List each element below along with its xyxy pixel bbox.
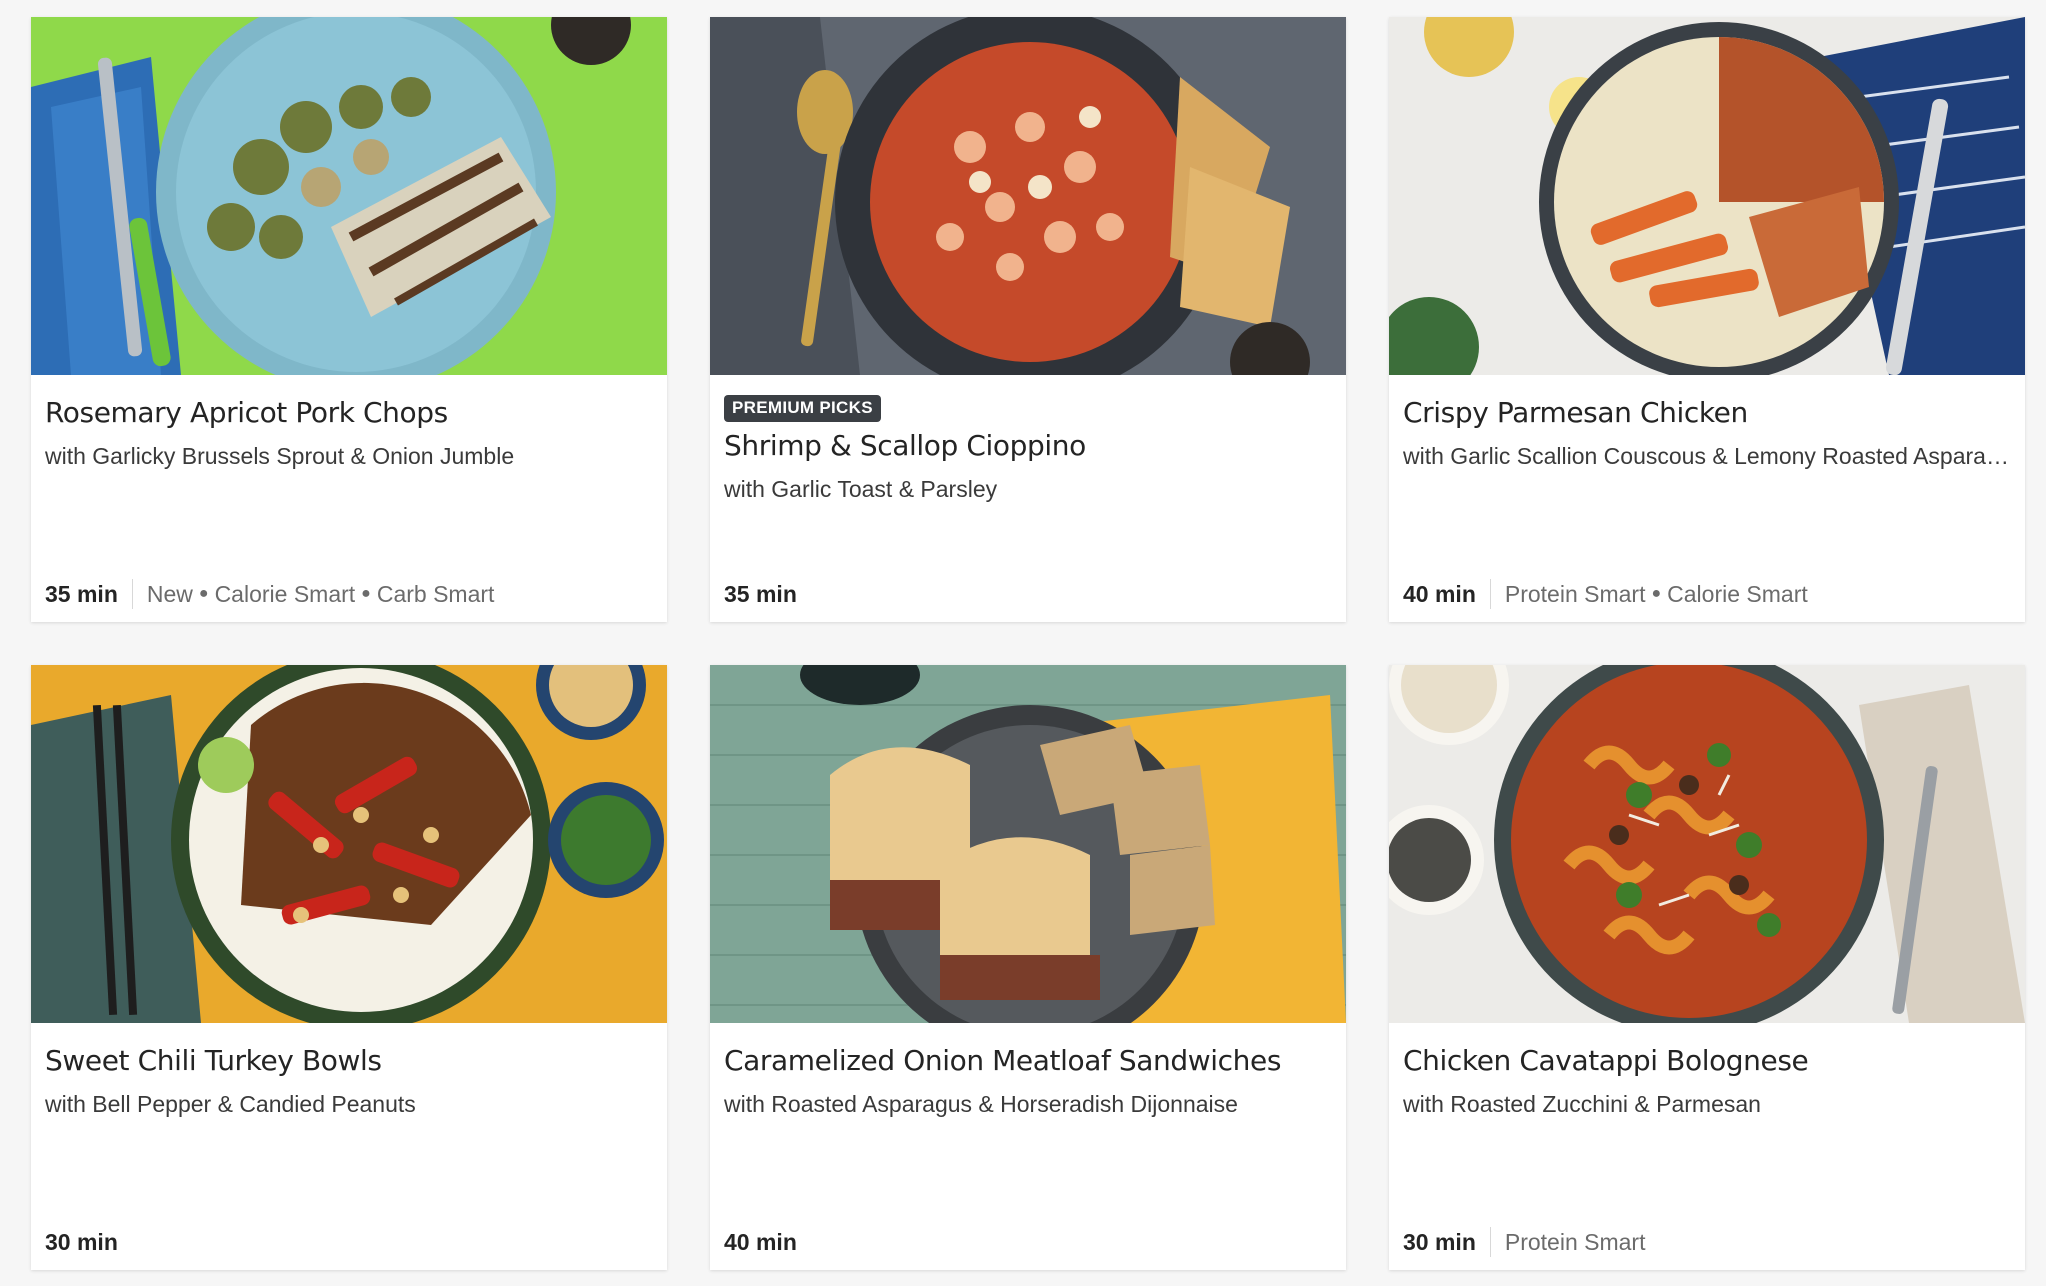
recipe-card[interactable]: Chicken Cavatappi Bolognese with Roasted…	[1389, 665, 2025, 1270]
recipe-photo[interactable]	[1389, 665, 2025, 1023]
prep-time: 40 min	[1403, 580, 1476, 607]
tag-separator-dot: ●	[1651, 585, 1662, 602]
tag-separator-dot: ●	[198, 585, 209, 602]
tag: Calorie Smart	[214, 580, 356, 607]
recipe-subtitle: with Roasted Asparagus & Horseradish Dij…	[724, 1091, 1238, 1117]
recipe-tags: Protein Smart	[1505, 1229, 1646, 1256]
recipe-title[interactable]: Caramelized Onion Meatloaf Sandwiches	[724, 1043, 1332, 1079]
recipe-photo[interactable]	[710, 665, 1346, 1023]
recipe-photo[interactable]	[31, 17, 667, 375]
recipe-card[interactable]: Sweet Chili Turkey Bowls with Bell Peppe…	[31, 665, 667, 1270]
prep-time: 30 min	[1403, 1228, 1476, 1255]
recipe-footer: 35 min New ● Calorie Smart ● Carb Smart	[45, 577, 653, 611]
tag: Calorie Smart	[1667, 580, 1808, 607]
recipe-card[interactable]: Caramelized Onion Meatloaf Sandwiches wi…	[710, 665, 1346, 1270]
tag: New	[146, 580, 193, 607]
recipe-card[interactable]: PREMIUM PICKS Shrimp & Scallop Cioppino …	[710, 17, 1346, 622]
recipe-card[interactable]: Rosemary Apricot Pork Chops with Garlick…	[31, 17, 667, 622]
recipe-title[interactable]: Crispy Parmesan Chicken	[1403, 395, 2011, 431]
prep-time: 40 min	[724, 1228, 797, 1255]
divider	[1489, 579, 1491, 609]
recipe-title[interactable]: Shrimp & Scallop Cioppino	[724, 428, 1332, 464]
recipe-footer: 40 min	[724, 1225, 1332, 1259]
recipe-tags: New ● Calorie Smart ● Carb Smart	[147, 581, 495, 608]
premium-badge: PREMIUM PICKS	[724, 395, 881, 422]
recipe-tags: Protein Smart ● Calorie Smart	[1505, 581, 1808, 608]
recipe-photo[interactable]	[710, 17, 1346, 375]
prep-time: 30 min	[45, 1228, 118, 1255]
tag: Protein Smart	[1504, 1228, 1646, 1255]
recipe-subtitle: with Bell Pepper & Candied Peanuts	[45, 1091, 416, 1117]
tag-separator-dot: ●	[361, 585, 371, 602]
prep-time: 35 min	[724, 580, 797, 607]
prep-time: 35 min	[45, 580, 118, 607]
recipe-subtitle: with Garlic Scallion Couscous & Lemony R…	[1403, 443, 2011, 469]
recipe-footer: 30 min Protein Smart	[1403, 1225, 2011, 1259]
tag: Protein Smart	[1504, 580, 1646, 607]
recipe-footer: 35 min	[724, 577, 1332, 611]
divider	[131, 579, 133, 609]
recipe-subtitle: with Garlicky Brussels Sprout & Onion Ju…	[45, 443, 515, 469]
recipe-title[interactable]: Rosemary Apricot Pork Chops	[45, 395, 653, 431]
divider	[1489, 1227, 1491, 1257]
recipe-subtitle: with Roasted Zucchini & Parmesan	[1403, 1091, 1761, 1117]
tag: Carb Smart	[376, 580, 495, 607]
recipe-card[interactable]: Crispy Parmesan Chicken with Garlic Scal…	[1389, 17, 2025, 622]
recipe-title[interactable]: Chicken Cavatappi Bolognese	[1403, 1043, 2011, 1079]
recipe-grid: Rosemary Apricot Pork Chops with Garlick…	[0, 0, 2046, 1286]
recipe-photo[interactable]	[31, 665, 667, 1023]
recipe-photo[interactable]	[1389, 17, 2025, 375]
recipe-footer: 30 min	[45, 1225, 653, 1259]
recipe-footer: 40 min Protein Smart ● Calorie Smart	[1403, 577, 2011, 611]
recipe-subtitle: with Garlic Toast & Parsley	[724, 476, 998, 502]
recipe-title[interactable]: Sweet Chili Turkey Bowls	[45, 1043, 653, 1079]
